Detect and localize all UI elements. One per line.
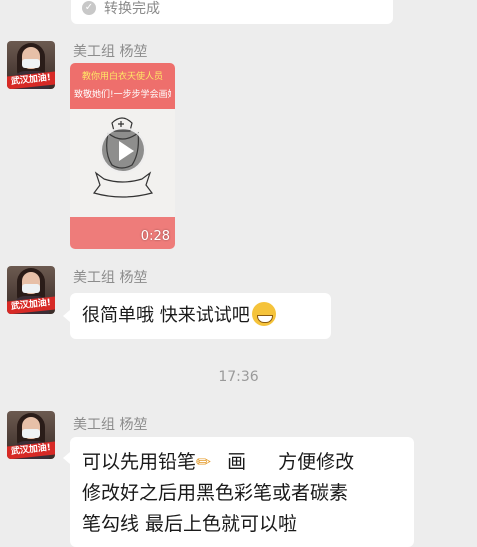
grin-emoji-icon	[251, 302, 276, 326]
message-line: 可以先用铅笔	[82, 451, 197, 473]
convert-notice-text: 转换完成	[104, 1, 160, 17]
sender-name: 美工组 杨堃	[73, 270, 148, 286]
video-message[interactable]: 教你用白衣天使人员 致敬她们!一步步学会画她 0:28	[70, 63, 175, 249]
sender-name: 美工组 杨堃	[73, 44, 148, 60]
bubble-arrow	[63, 310, 70, 322]
sender-name: 美工组 杨堃	[73, 417, 148, 433]
avatar[interactable]: 武汉加油!	[7, 41, 55, 89]
message-line: 画	[227, 451, 247, 473]
message-line: 笔勾线 最后上色就可以啦	[82, 513, 298, 535]
message-line: 修改好之后用黑色彩笔或者碳素	[82, 482, 349, 504]
play-icon[interactable]	[100, 127, 146, 173]
avatar[interactable]: 武汉加油!	[7, 266, 55, 314]
video-caption-line1: 教你用白衣天使人员	[81, 72, 163, 82]
avatar[interactable]: 武汉加油!	[7, 411, 55, 459]
message-line: 方便修改	[278, 451, 355, 473]
message-text: 很简单哦 快来试试吧	[82, 305, 250, 326]
time-divider: 17:36	[218, 369, 259, 385]
message-bubble[interactable]: 可以先用铅笔✏ 画 方便修改 修改好之后用黑色彩笔或者碳素 笔勾线 最后上色就可以啦	[70, 437, 414, 547]
pencil-emoji-icon: ✏	[196, 452, 212, 473]
bubble-arrow	[63, 452, 70, 464]
check-circle-icon: ✓	[82, 1, 96, 15]
message-bubble[interactable]: 很简单哦 快来试试吧	[70, 293, 331, 339]
video-duration: 0:28	[140, 229, 170, 244]
video-caption-line2: 致敬她们!一步步学会画她	[74, 90, 171, 100]
